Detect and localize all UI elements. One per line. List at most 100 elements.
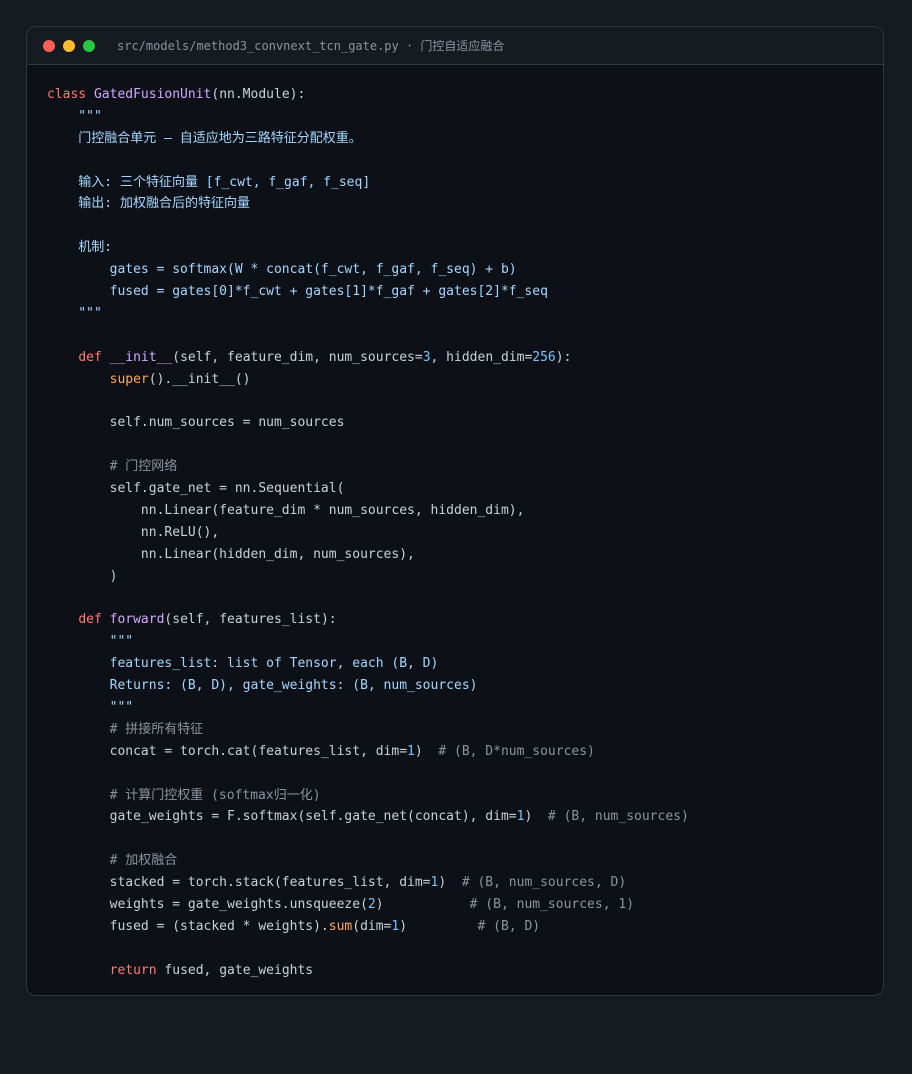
code-token: 机制: [47, 240, 113, 256]
code-token: ().__init__() [148, 371, 251, 387]
close-dot[interactable] [43, 39, 55, 52]
code-token: self.num_sources = num_sources [47, 415, 345, 431]
code-line: # 拼接所有特征 [47, 719, 873, 741]
code-line: def __init__(self, feature_dim, num_sour… [47, 347, 873, 369]
code-token: ): [555, 349, 572, 365]
code-token: forward [109, 612, 165, 628]
code-token: nn.Linear(feature_dim * num_sources, hid… [47, 502, 525, 518]
code-token: self.gate_net = nn.Sequential( [47, 481, 345, 497]
code-token: ) [47, 568, 118, 584]
code-token: def [78, 349, 110, 365]
code-token: , hidden_dim= [430, 349, 533, 365]
code-line: nn.Linear(feature_dim * num_sources, hid… [47, 500, 873, 522]
code-window: src/models/method3_convnext_tcn_gate.py … [26, 26, 884, 996]
code-line: # 门控网络 [47, 456, 873, 478]
code-line: def forward(self, features_list): [47, 609, 873, 631]
code-token: features_list: list of Tensor, each (B, … [47, 656, 439, 672]
code-line: """ [47, 697, 873, 719]
code-token: """ [47, 305, 102, 321]
code-line: super().__init__() [47, 369, 873, 391]
code-token: nn.Linear(hidden_dim, num_sources), [47, 546, 415, 562]
code-token: # 加权融合 [47, 853, 178, 869]
code-token: ) [375, 896, 470, 912]
code-line: 机制: [47, 237, 873, 259]
code-token: """ [47, 108, 102, 124]
code-token: 门控融合单元 — 自适应地为三路特征分配权重。 [47, 130, 362, 146]
code-token: """ [47, 699, 134, 715]
code-line: stacked = torch.stack(features_list, dim… [47, 872, 873, 894]
code-token: sum [328, 918, 353, 934]
code-line: """ [47, 631, 873, 653]
code-line: 输入: 三个特征向量 [f_cwt, f_gaf, f_seq] [47, 172, 873, 194]
code-line: ) [47, 566, 873, 588]
code-token: # 拼接所有特征 [47, 721, 204, 737]
code-token: (dim= [352, 918, 392, 934]
code-token: 256 [532, 349, 556, 365]
code-token: # 门控网络 [47, 459, 178, 475]
code-token: return [109, 962, 165, 978]
code-line: return fused, gate_weights [47, 960, 873, 982]
minimize-dot[interactable] [63, 39, 75, 52]
code-token: stacked = torch.stack(features_list, dim… [47, 875, 431, 891]
code-token: (self, feature_dim, num_sources= [172, 349, 423, 365]
code-token: 输入: 三个特征向量 [f_cwt, f_gaf, f_seq] [47, 174, 371, 190]
code-line: concat = torch.cat(features_list, dim=1)… [47, 741, 873, 763]
code-token: def [78, 612, 110, 628]
maximize-dot[interactable] [83, 39, 95, 52]
code-token: (nn.Module): [211, 87, 306, 102]
code-token: fused, gate_weights [164, 962, 314, 978]
code-token: # (B, num_sources) [547, 809, 689, 825]
code-token: """ [47, 634, 134, 650]
code-line: # 加权融合 [47, 850, 873, 872]
code-line: fused = (stacked * weights).sum(dim=1) #… [47, 916, 873, 938]
code-token: weights = gate_weights.unsqueeze( [47, 896, 368, 912]
code-token: (self, features_list): [164, 612, 337, 628]
code-line: # 计算门控权重 (softmax归一化) [47, 785, 873, 807]
code-token: 输出: 加权融合后的特征向量 [47, 196, 250, 212]
code-line: nn.ReLU(), [47, 522, 873, 544]
code-line: """ [47, 106, 873, 128]
code-line: gates = softmax(W * concat(f_cwt, f_gaf,… [47, 259, 873, 281]
code-token: # (B, D*num_sources) [438, 743, 595, 759]
code-token: super [109, 371, 149, 387]
code-token: # (B, num_sources, 1) [469, 896, 635, 912]
code-line: class GatedFusionUnit(nn.Module): [47, 84, 873, 106]
code-token: fused = (stacked * weights). [47, 918, 329, 934]
code-token: ) [524, 809, 548, 825]
code-token: gates = softmax(W * concat(f_cwt, f_gaf,… [47, 262, 517, 278]
code-line: weights = gate_weights.unsqueeze(2) # (B… [47, 894, 873, 916]
code-line: 门控融合单元 — 自适应地为三路特征分配权重。 [47, 128, 873, 150]
code-token: class [47, 87, 94, 102]
code-line: fused = gates[0]*f_cwt + gates[1]*f_gaf … [47, 281, 873, 303]
code-token: __init__ [109, 349, 173, 365]
code-token: nn.ReLU(), [47, 524, 220, 540]
code-token: # (B, num_sources, D) [461, 875, 627, 891]
code-line: Returns: (B, D), gate_weights: (B, num_s… [47, 675, 873, 697]
code-token: fused = gates[0]*f_cwt + gates[1]*f_gaf … [47, 284, 548, 300]
code-line: nn.Linear(hidden_dim, num_sources), [47, 544, 873, 566]
code-token: 1 [407, 743, 415, 759]
code-block: class GatedFusionUnit(nn.Module): """ 门控… [47, 84, 873, 982]
code-token: GatedFusionUnit [93, 87, 212, 102]
code-token: ) [438, 875, 462, 891]
code-line: self.num_sources = num_sources [47, 412, 873, 434]
code-line: """ [47, 303, 873, 325]
window-titlebar: src/models/method3_convnext_tcn_gate.py … [27, 27, 883, 65]
code-line: self.gate_net = nn.Sequential( [47, 478, 873, 500]
code-token: concat = torch.cat(features_list, dim= [47, 743, 408, 759]
code-token: 2 [367, 896, 376, 912]
code-token: ) [414, 743, 439, 759]
code-line: gate_weights = F.softmax(self.gate_net(c… [47, 806, 873, 828]
code-token: ) [399, 918, 478, 934]
